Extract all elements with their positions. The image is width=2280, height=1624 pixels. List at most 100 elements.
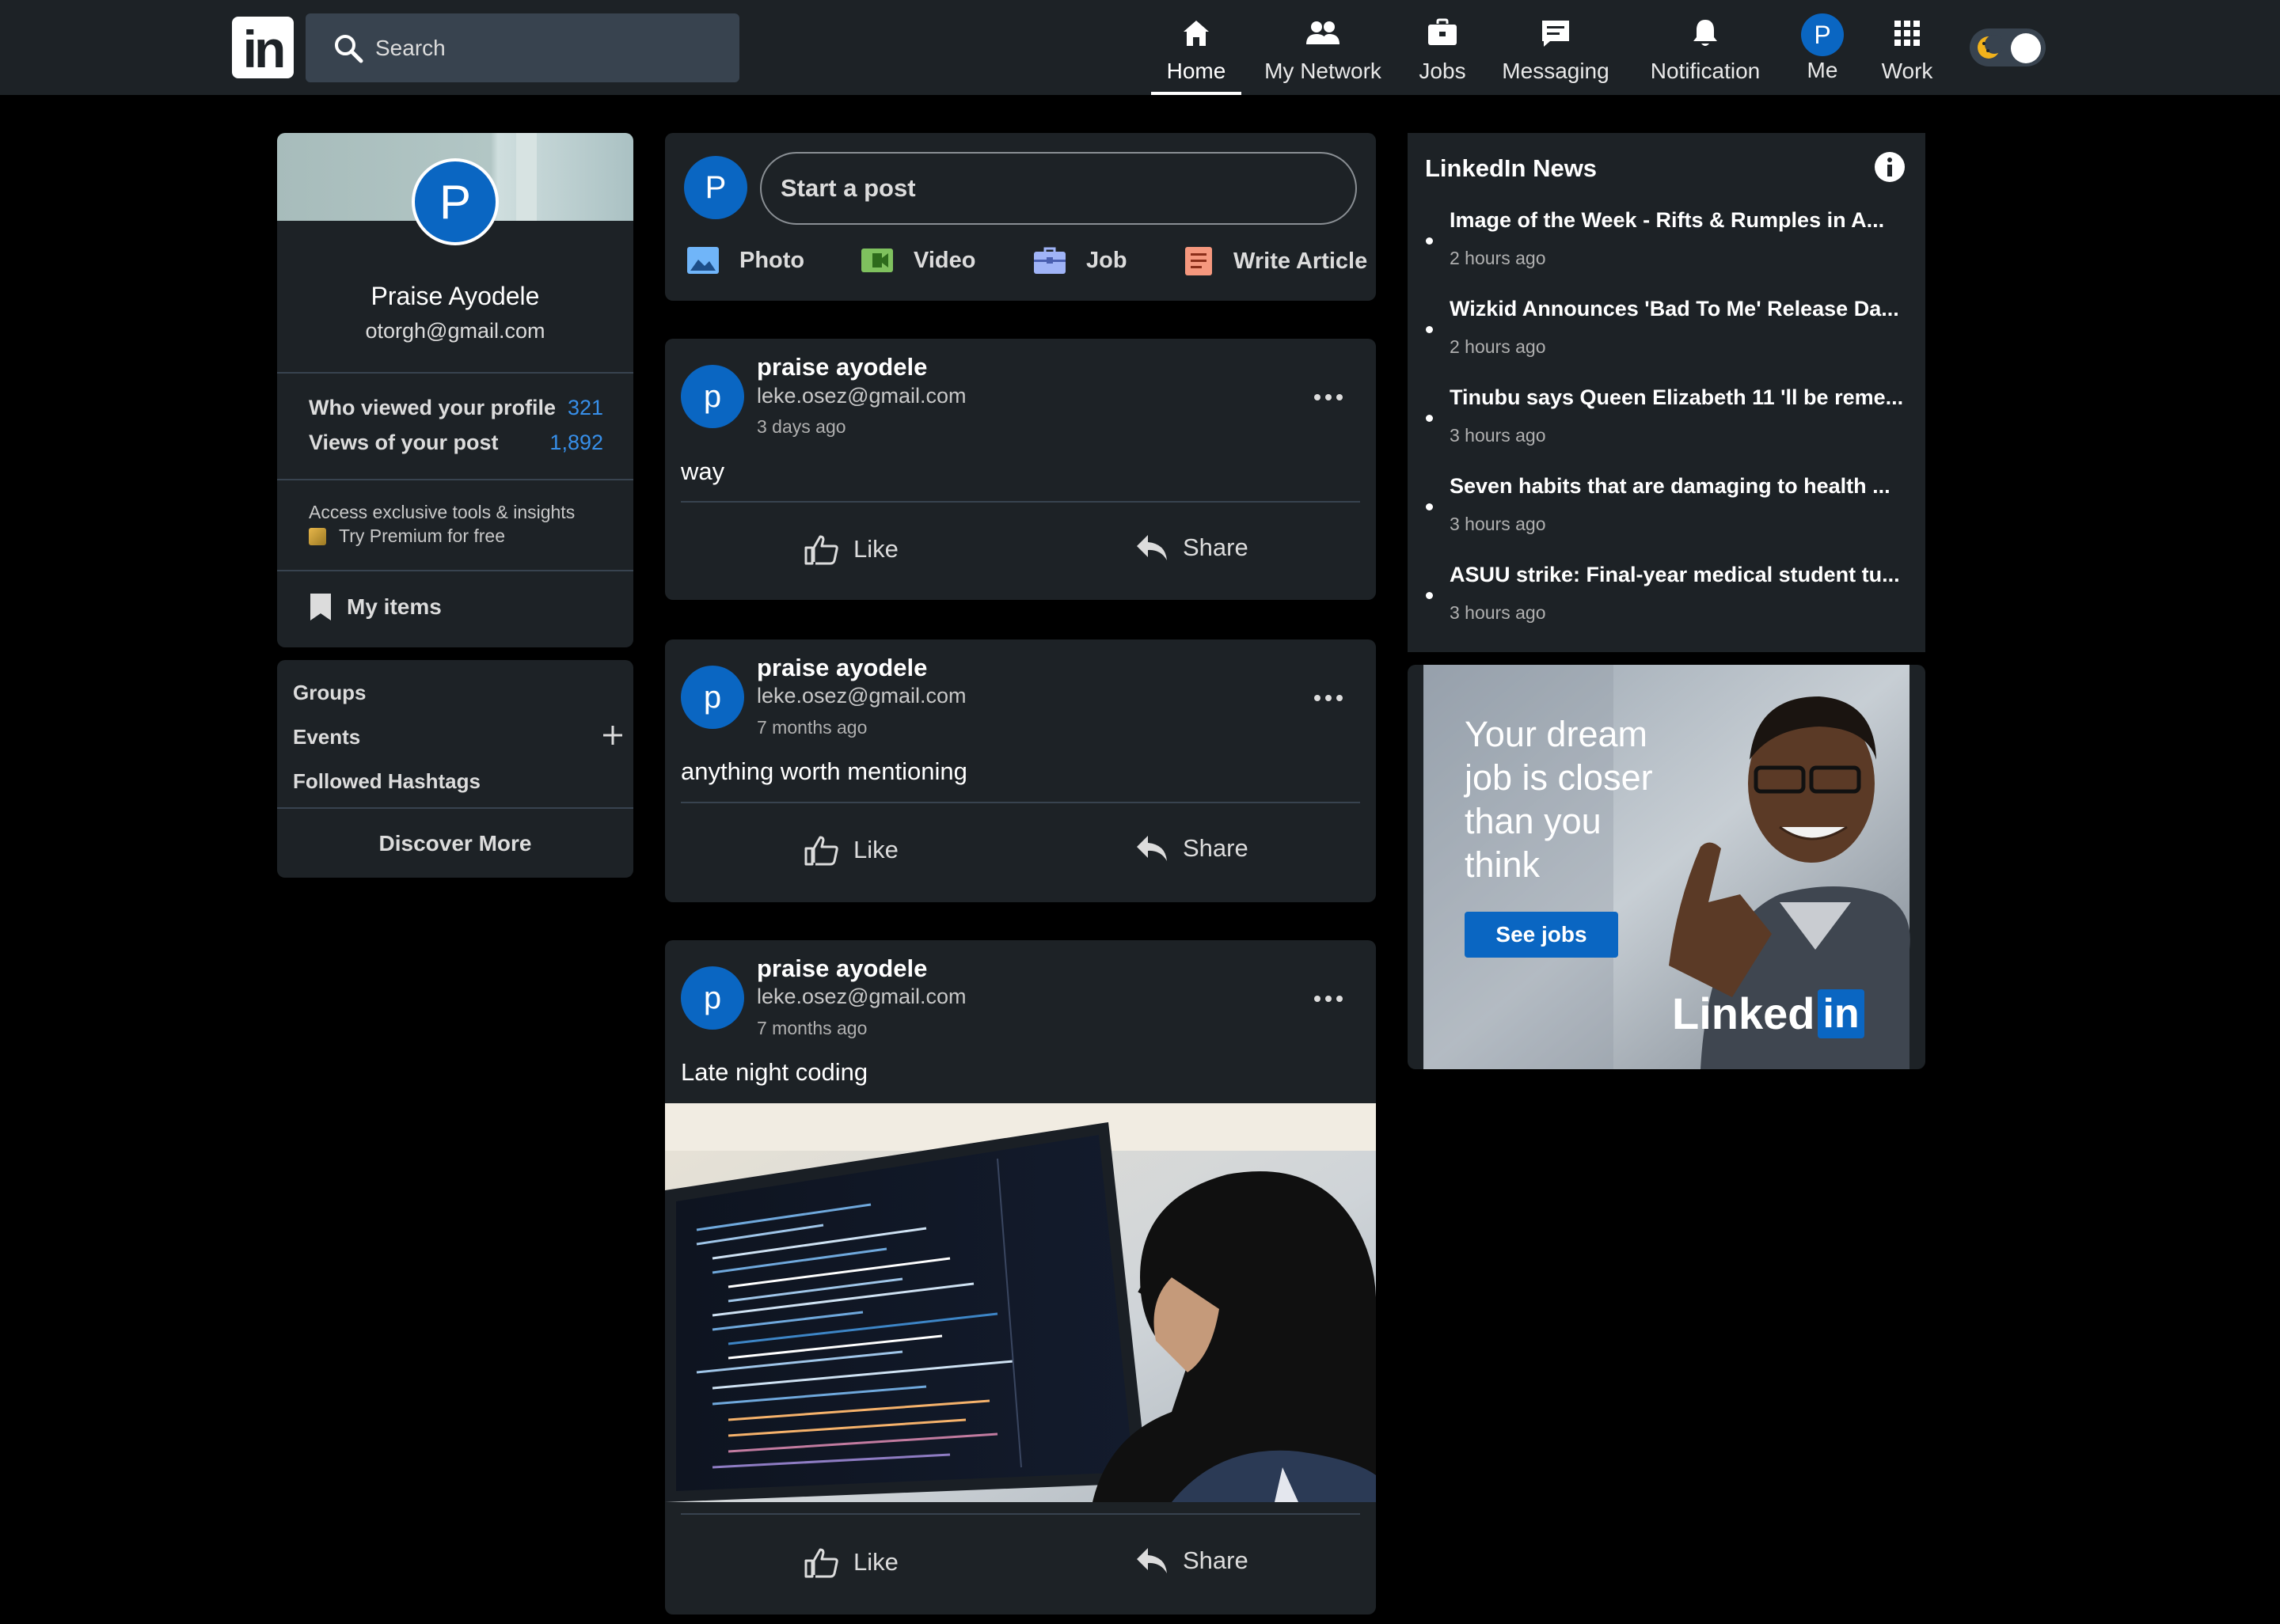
article-icon: [1185, 247, 1212, 275]
groups-link[interactable]: Groups: [293, 681, 366, 705]
hashtags-link[interactable]: Followed Hashtags: [293, 769, 481, 794]
briefcase-icon: [1428, 18, 1457, 45]
like-button[interactable]: Like: [803, 533, 899, 565]
home-icon: [1184, 21, 1209, 46]
nav-home-label: Home: [1166, 59, 1226, 83]
events-link[interactable]: Events: [293, 725, 360, 749]
avatar: P: [1801, 13, 1844, 56]
post-author[interactable]: praise ayodele: [757, 654, 927, 682]
bell-icon: [1693, 20, 1717, 46]
profile-name[interactable]: Praise Ayodele: [277, 282, 633, 311]
nav-jobs[interactable]: Jobs: [1417, 0, 1468, 95]
stat-label: Views of your post: [309, 431, 499, 454]
ad-line-4: think: [1465, 844, 1541, 885]
more-options-icon[interactable]: [1313, 994, 1344, 1004]
post-author[interactable]: praise ayodele: [757, 353, 927, 381]
nav-jobs-label: Jobs: [1419, 59, 1466, 83]
profile-avatar[interactable]: P: [412, 158, 499, 245]
like-button[interactable]: Like: [803, 1546, 899, 1578]
nav-home[interactable]: Home: [1151, 0, 1241, 95]
nav-work-label: Work: [1881, 59, 1933, 83]
post-time: 7 months ago: [757, 717, 868, 738]
news-time: 3 hours ago: [1450, 425, 1546, 446]
stat-label: Who viewed your profile: [309, 396, 557, 419]
news-bullet: [1426, 326, 1433, 333]
news-bullet: [1426, 592, 1433, 599]
my-items-link[interactable]: My items: [309, 592, 442, 622]
nav-messaging[interactable]: Messaging: [1501, 0, 1610, 95]
post-image[interactable]: [665, 1103, 1376, 1502]
avatar[interactable]: P: [684, 156, 747, 219]
post-time: 7 months ago: [757, 1018, 868, 1038]
like-label: Like: [853, 535, 899, 563]
avatar[interactable]: p: [681, 666, 744, 729]
news-headline[interactable]: Seven habits that are damaging to health…: [1450, 474, 1909, 499]
search-icon: [335, 34, 363, 63]
search-bar[interactable]: [306, 13, 739, 82]
news-title: LinkedIn News: [1425, 154, 1598, 182]
share-icon: [1137, 836, 1167, 861]
photo-button[interactable]: Photo: [686, 245, 804, 275]
premium-text: Access exclusive tools & insights: [309, 502, 576, 522]
share-button[interactable]: Share: [1135, 533, 1248, 562]
like-icon: [804, 836, 838, 866]
post-email: leke.osez@gmail.com: [757, 384, 967, 408]
share-button[interactable]: Share: [1135, 834, 1248, 863]
toggle-knob: [2011, 33, 2041, 63]
news-headline[interactable]: Wizkid Announces 'Bad To Me' Release Da.…: [1450, 297, 1909, 321]
like-button[interactable]: Like: [803, 834, 899, 866]
news-headline[interactable]: Image of the Week - Rifts & Rumples in A…: [1450, 208, 1909, 233]
see-jobs-button[interactable]: See jobs: [1465, 912, 1618, 958]
more-options-icon[interactable]: [1313, 693, 1344, 703]
news-headline[interactable]: Tinubu says Queen Elizabeth 11 'll be re…: [1450, 385, 1909, 410]
top-navbar: in Home My Network: [0, 0, 2280, 95]
job-ad[interactable]: Your dream job is closer than you think …: [1408, 665, 1925, 1069]
premium-link[interactable]: Try Premium for free: [309, 526, 505, 547]
discover-more-button[interactable]: Discover More: [277, 831, 633, 856]
like-label: Like: [853, 1548, 899, 1576]
nav-notification[interactable]: Notification: [1647, 0, 1764, 95]
dark-mode-toggle[interactable]: [1970, 28, 2046, 66]
share-label: Share: [1183, 533, 1248, 561]
post-author[interactable]: praise ayodele: [757, 954, 927, 983]
linkedin-logo[interactable]: in: [232, 17, 294, 78]
post-email: leke.osez@gmail.com: [757, 985, 967, 1008]
nav-me[interactable]: P Me: [1800, 0, 1845, 95]
video-button[interactable]: Video: [860, 245, 975, 275]
profile-email: otorgh@gmail.com: [365, 319, 545, 343]
moon-icon: [1978, 35, 2003, 59]
post-text: Late night coding: [681, 1058, 868, 1086]
photo-label: Photo: [739, 247, 805, 273]
post-email: leke.osez@gmail.com: [757, 684, 967, 708]
share-button[interactable]: Share: [1135, 1546, 1248, 1575]
ad-line-3: than you: [1465, 801, 1602, 841]
search-input[interactable]: [375, 35, 708, 61]
stat-post-views[interactable]: Views of your post 1,892: [309, 431, 603, 455]
nav-notification-label: Notification: [1650, 59, 1761, 83]
ad-line-1: Your dream: [1465, 714, 1647, 754]
like-icon: [804, 1548, 838, 1578]
job-icon: [1034, 247, 1066, 274]
ad-brand-text: Linked: [1672, 988, 1815, 1038]
nav-my-network[interactable]: My Network: [1264, 0, 1382, 95]
more-options-icon[interactable]: [1313, 393, 1344, 402]
plus-icon[interactable]: [598, 721, 627, 749]
job-button[interactable]: Job: [1032, 245, 1127, 275]
stat-value: 321: [567, 396, 603, 419]
divider: [277, 807, 633, 809]
stat-profile-views[interactable]: Who viewed your profile 321: [309, 396, 603, 420]
avatar[interactable]: p: [681, 365, 744, 428]
divider: [277, 570, 633, 571]
write-article-button[interactable]: Write Article: [1183, 245, 1367, 277]
ad-brand-box: in: [1818, 988, 1864, 1038]
start-post-input[interactable]: Start a post: [760, 152, 1357, 225]
news-headline[interactable]: ASUU strike: Final-year medical student …: [1450, 563, 1909, 587]
like-label: Like: [853, 836, 899, 863]
grid-icon: [1894, 21, 1920, 46]
divider: [277, 479, 633, 480]
nav-my-network-label: My Network: [1264, 59, 1381, 83]
network-icon: [1306, 21, 1340, 44]
info-icon[interactable]: [1873, 150, 1906, 184]
avatar[interactable]: p: [681, 966, 744, 1030]
nav-work[interactable]: Work: [1879, 0, 1935, 95]
